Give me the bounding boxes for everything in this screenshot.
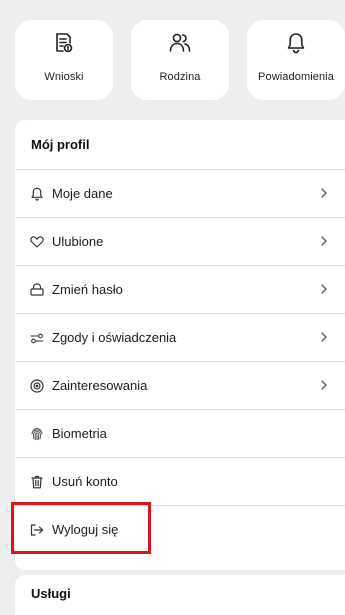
chevron-right-icon	[321, 284, 327, 294]
bell-icon	[284, 31, 308, 55]
menu-item-usun-konto[interactable]: Usuń konto	[15, 457, 345, 505]
tile-label: Wnioski	[44, 71, 84, 83]
section-title: Usługi	[31, 586, 71, 601]
tile-wnioski[interactable]: Wnioski	[15, 20, 113, 100]
chevron-right-icon	[321, 332, 327, 342]
menu-item-label: Zainteresowania	[52, 378, 148, 393]
fingerprint-icon	[30, 427, 44, 441]
lock-icon	[30, 283, 44, 297]
trash-icon	[30, 475, 44, 489]
people-icon	[168, 31, 192, 55]
menu-item-ulubione[interactable]: Ulubione	[15, 217, 345, 265]
menu-item-label: Zgody i oświadczenia	[52, 330, 177, 345]
tile-rodzina[interactable]: Rodzina	[131, 20, 229, 100]
chevron-right-icon	[321, 380, 327, 390]
tile-powiadomienia[interactable]: Powiadomienia	[247, 20, 345, 100]
menu-item-label: Moje dane	[52, 186, 113, 201]
profile-section: Mój profil Moje dane Ulubione Zmień hasł…	[15, 120, 345, 570]
target-icon	[30, 378, 44, 393]
services-section: Usługi	[15, 575, 345, 615]
menu-item-label: Ulubione	[52, 234, 104, 249]
tile-label: Rodzina	[159, 71, 201, 83]
menu-item-label: Wyloguj się	[52, 522, 119, 537]
menu-item-zmien-haslo[interactable]: Zmień hasło	[15, 265, 345, 313]
chevron-right-icon	[321, 188, 327, 198]
menu-item-wyloguj[interactable]: Wyloguj się	[15, 505, 345, 553]
document-icon	[52, 31, 76, 55]
menu-item-label: Biometria	[52, 426, 107, 441]
quick-actions: Wnioski Rodzina Powiadomienia	[15, 20, 345, 100]
menu-item-label: Usuń konto	[52, 474, 118, 489]
logout-icon	[30, 523, 44, 537]
menu-item-zainteresowania[interactable]: Zainteresowania	[15, 361, 345, 409]
heart-icon	[30, 235, 44, 249]
tile-label: Powiadomienia	[258, 71, 334, 83]
menu-item-label: Zmień hasło	[52, 282, 123, 297]
toggles-icon	[30, 331, 44, 345]
bell-icon	[30, 187, 44, 201]
menu-item-moje-dane[interactable]: Moje dane	[15, 169, 345, 217]
menu-item-biometria[interactable]: Biometria	[15, 409, 345, 457]
menu-item-zgody[interactable]: Zgody i oświadczenia	[15, 313, 345, 361]
chevron-right-icon	[321, 236, 327, 246]
section-title: Mój profil	[31, 137, 90, 152]
